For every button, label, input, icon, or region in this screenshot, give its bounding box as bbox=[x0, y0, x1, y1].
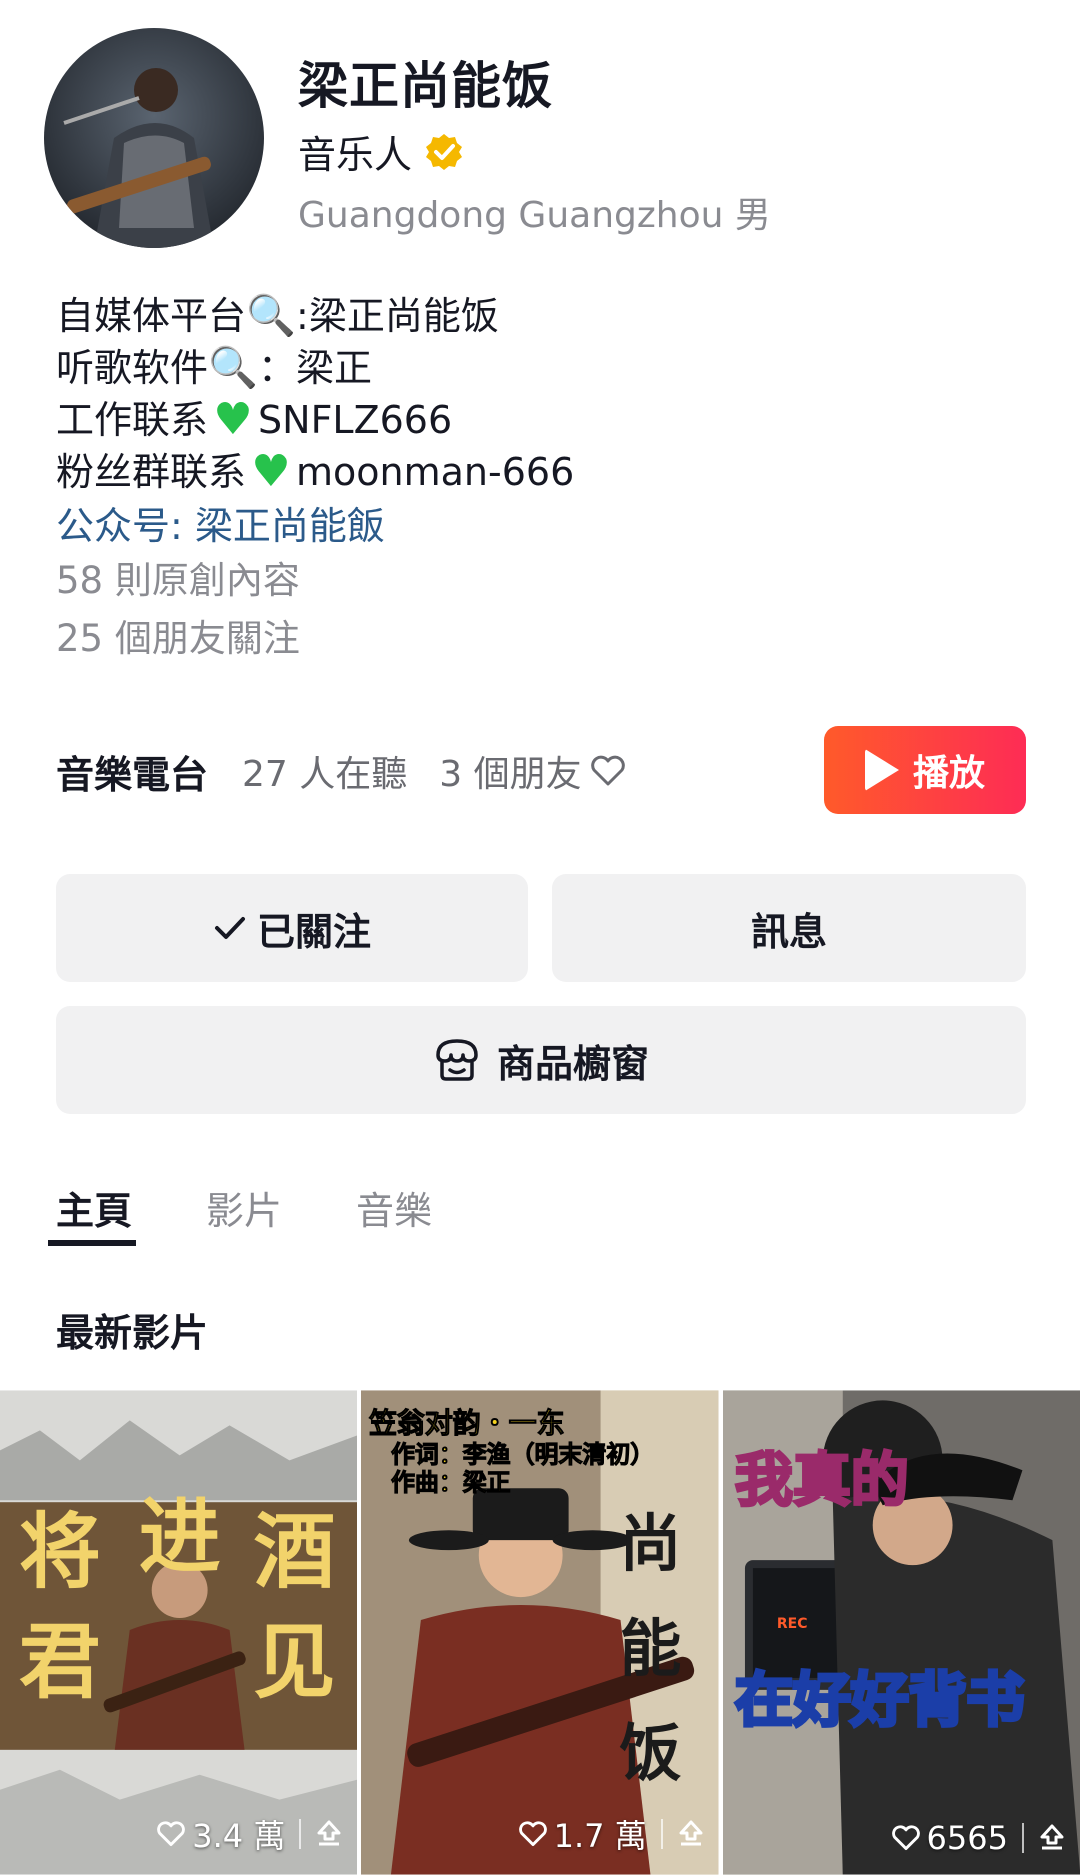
video-stats: 3.4 萬 bbox=[156, 1811, 343, 1857]
video-thumbnail[interactable]: 我真的 REC 在好好背书 6565 bbox=[722, 1390, 1080, 1875]
cover-caption: 进 bbox=[139, 1489, 221, 1585]
bio-text: 听歌软件 bbox=[56, 346, 209, 390]
bio-text: :梁正尚能饭 bbox=[296, 294, 499, 338]
shop-label: 商品櫥窗 bbox=[496, 1041, 649, 1086]
avatar-image bbox=[44, 28, 264, 248]
video-grid: 将 进 酒 君 见 3.4 萬 笠翁对韵・一东 作词：李渔（明末清初） 作曲：梁… bbox=[0, 1390, 1080, 1875]
message-label: 訊息 bbox=[750, 909, 827, 954]
video-likes: 3.4 萬 bbox=[156, 1811, 285, 1857]
cover-caption: 将 bbox=[19, 1504, 101, 1600]
video-likes: 1.7 萬 bbox=[518, 1811, 647, 1857]
bio-line: 粉丝群联系 ♥ moonman-666 bbox=[56, 446, 574, 498]
video-title-overlay: 笠翁对韵・一东 作词：李渔（明末清初） 作曲：梁正 尚 能 饭 bbox=[369, 1406, 682, 1790]
share-icon[interactable] bbox=[315, 1819, 343, 1849]
shop-window-button[interactable]: 商品櫥窗 bbox=[56, 1006, 1026, 1114]
heart-outline-icon bbox=[891, 1825, 920, 1850]
heart-outline-icon bbox=[518, 1821, 547, 1846]
bio-text: 粉丝群联系 bbox=[56, 450, 247, 494]
cover-caption: 酒 bbox=[254, 1504, 336, 1600]
verified-badge-icon bbox=[426, 133, 463, 170]
cover-caption: 君 bbox=[19, 1614, 101, 1710]
video-stats: 6565 bbox=[891, 1819, 1066, 1857]
cover-caption: REC bbox=[777, 1616, 808, 1632]
shop-icon bbox=[436, 1039, 478, 1081]
play-label: 播放 bbox=[912, 752, 985, 793]
public-account-link[interactable]: 公众号: 梁正尚能飯 bbox=[56, 500, 574, 552]
music-radio-row: 音樂電台 27 人在聽 3 個朋友 播放 bbox=[56, 726, 1026, 816]
cover-caption: 笠翁对韵・一东 bbox=[369, 1406, 565, 1439]
play-icon bbox=[864, 749, 899, 791]
radio-listeners: 27 人在聽 bbox=[242, 754, 408, 795]
green-heart-icon: ♥ bbox=[213, 394, 253, 445]
tab-home[interactable]: 主頁 bbox=[56, 1180, 132, 1235]
tab-videos[interactable]: 影片 bbox=[206, 1180, 282, 1235]
likes-count: 1.7 萬 bbox=[553, 1817, 647, 1855]
following-label: 已關注 bbox=[256, 909, 371, 954]
profile-location: Guangdong Guangzhou 男 bbox=[298, 195, 771, 236]
likes-count: 6565 bbox=[926, 1819, 1008, 1857]
latest-videos-title: 最新影片 bbox=[56, 1311, 209, 1355]
bio-line: 听歌软件 🔍 ：梁正 bbox=[56, 342, 574, 394]
following-button[interactable]: 已關注 bbox=[56, 874, 528, 982]
cover-caption: 我真的 bbox=[735, 1446, 909, 1514]
magnifier-icon: 🔍 bbox=[208, 345, 258, 391]
profile-avatar[interactable] bbox=[44, 28, 264, 248]
video-title-overlay: 我真的 REC 在好好背书 bbox=[733, 1445, 1026, 1736]
message-button[interactable]: 訊息 bbox=[552, 874, 1026, 982]
profile-bio: 自媒体平台 🔍 :梁正尚能饭 听歌软件 🔍 ：梁正 工作联系 ♥ SNFLZ66… bbox=[56, 290, 574, 668]
cover-caption: 见 bbox=[254, 1614, 336, 1710]
tab-music[interactable]: 音樂 bbox=[356, 1180, 432, 1235]
profile-role: 音乐人 bbox=[298, 124, 464, 179]
green-heart-icon: ♥ bbox=[251, 446, 291, 497]
divider bbox=[299, 1819, 302, 1849]
video-thumbnail[interactable]: 笠翁对韵・一东 作词：李渔（明末清初） 作曲：梁正 尚 能 饭 1.7 萬 bbox=[361, 1390, 719, 1875]
check-icon bbox=[214, 917, 245, 939]
video-thumbnail[interactable]: 将 进 酒 君 见 3.4 萬 bbox=[0, 1390, 358, 1875]
likes-count: 3.4 萬 bbox=[192, 1817, 286, 1855]
share-icon[interactable] bbox=[677, 1819, 705, 1849]
radio-friends[interactable]: 3 個朋友 bbox=[439, 745, 625, 797]
bio-text: 工作联系 bbox=[56, 398, 209, 442]
cover-caption: 作词：李渔（明末清初） bbox=[391, 1440, 654, 1468]
divider bbox=[1021, 1823, 1024, 1853]
radio-friends-label: 3 個朋友 bbox=[439, 754, 582, 795]
cover-caption: 尚 bbox=[620, 1507, 682, 1580]
radio-play-button[interactable]: 播放 bbox=[824, 726, 1026, 814]
friends-following-count[interactable]: 25 個朋友關注 bbox=[56, 610, 574, 668]
video-stats: 1.7 萬 bbox=[518, 1811, 705, 1857]
cover-caption: 饭 bbox=[620, 1717, 682, 1790]
bio-line: 工作联系 ♥ SNFLZ666 bbox=[56, 394, 574, 446]
divider bbox=[660, 1819, 663, 1849]
bio-line: 自媒体平台 🔍 :梁正尚能饭 bbox=[56, 290, 574, 342]
radio-title: 音樂電台 bbox=[56, 752, 209, 797]
heart-outline-icon bbox=[157, 1821, 186, 1846]
bio-text: 自媒体平台 bbox=[56, 294, 247, 338]
active-tab-indicator bbox=[48, 1240, 136, 1246]
original-content-count[interactable]: 58 則原創內容 bbox=[56, 552, 574, 610]
profile-tabs: 主頁 影片 音樂 bbox=[56, 1180, 432, 1235]
magnifier-icon: 🔍 bbox=[246, 293, 296, 339]
cover-caption: 在好好背书 bbox=[735, 1666, 1024, 1734]
role-label: 音乐人 bbox=[298, 133, 413, 177]
video-title-overlay: 将 进 酒 君 见 bbox=[19, 1489, 336, 1710]
cover-caption: 作曲：梁正 bbox=[391, 1468, 511, 1496]
heart-outline-icon bbox=[590, 755, 625, 786]
bio-text: ：梁正 bbox=[258, 346, 373, 390]
share-icon[interactable] bbox=[1038, 1823, 1066, 1853]
bio-text: moonman-666 bbox=[296, 450, 575, 494]
video-likes: 6565 bbox=[891, 1819, 1008, 1857]
cover-caption: 能 bbox=[620, 1612, 682, 1685]
bio-text: SNFLZ666 bbox=[258, 398, 453, 442]
profile-name: 梁正尚能饭 bbox=[298, 57, 553, 115]
